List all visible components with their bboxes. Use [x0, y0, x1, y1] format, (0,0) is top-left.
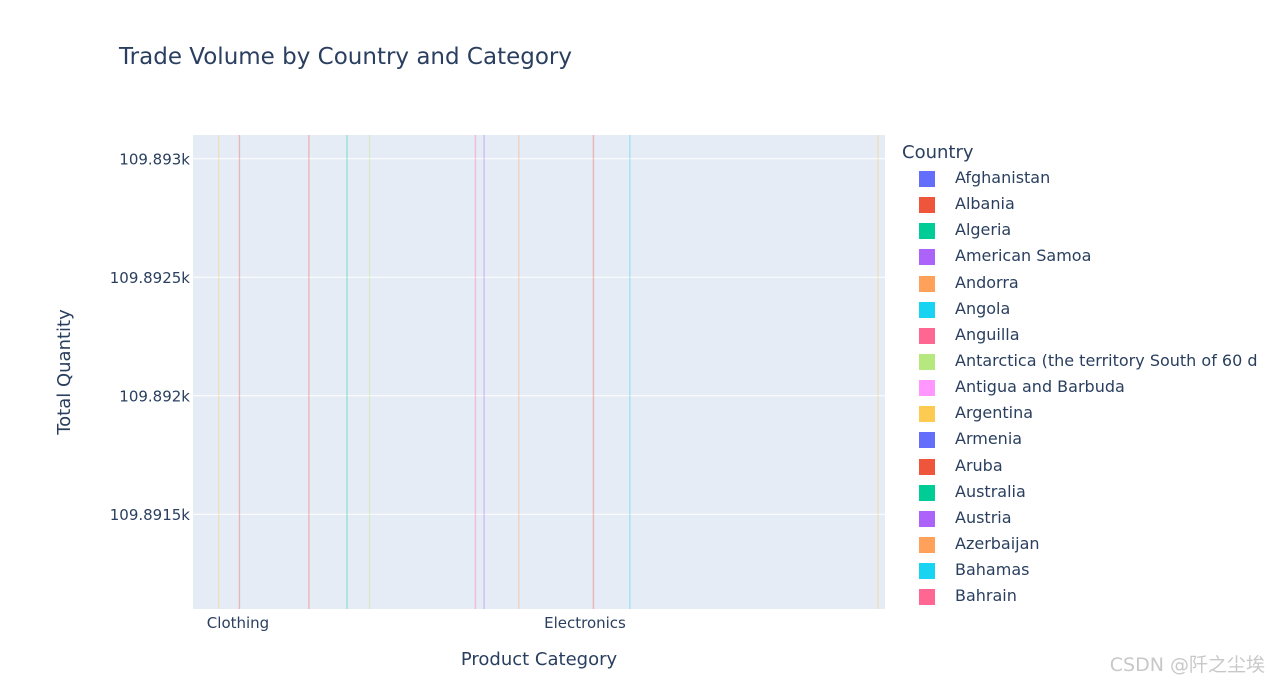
bar[interactable] [518, 135, 520, 609]
bar[interactable] [629, 135, 631, 609]
bar[interactable] [483, 135, 485, 609]
legend-swatch [919, 353, 935, 370]
bar[interactable] [592, 135, 595, 609]
legend-swatch [919, 301, 935, 318]
legend-label: Bahamas [955, 560, 1030, 580]
legend-label: Antigua and Barbuda [955, 377, 1125, 397]
x-axis-label: Product Category [461, 649, 618, 670]
bar[interactable] [368, 135, 371, 609]
legend-item[interactable]: Anguilla [902, 324, 1020, 350]
legend-swatch [919, 510, 935, 527]
legend-swatch [919, 327, 935, 344]
legend-swatch [919, 432, 935, 449]
legend-item[interactable]: Algeria [902, 219, 1011, 245]
legend-label: American Samoa [955, 246, 1092, 266]
legend-item[interactable]: Afghanistan [902, 167, 1050, 193]
legend-label: Andorra [955, 272, 1019, 292]
legend-swatch [919, 536, 935, 553]
legend-swatch [919, 223, 935, 240]
legend-title: Country [902, 142, 974, 163]
legend-label: Albania [955, 194, 1015, 214]
bar[interactable] [308, 135, 310, 609]
legend-item[interactable]: Azerbaijan [902, 533, 1040, 559]
legend: Country Afghanistan Albania Algeria America… [902, 142, 1258, 611]
legend-label: Angola [955, 298, 1011, 318]
y-tick-label: 109.893k [119, 151, 190, 169]
legend-label: Aruba [955, 455, 1003, 475]
x-tick-label: Electronics [544, 614, 626, 632]
legend-swatch [919, 249, 935, 266]
legend-item[interactable]: Aruba [902, 455, 1003, 481]
legend-item[interactable]: Bahamas [902, 559, 1029, 585]
legend-label: Armenia [955, 429, 1023, 449]
legend-swatch [919, 589, 935, 606]
legend-items: Afghanistan Albania Algeria American Samoa A… [902, 167, 1258, 611]
chart-canvas: 109.8915k 109.892k 109.8925k 109.893k Cloth… [54, 135, 885, 670]
watermark: CSDN @阡之尘埃 [1109, 654, 1265, 676]
legend-swatch [919, 275, 935, 292]
legend-swatch [919, 406, 935, 423]
y-tick-label: 109.8925k [110, 269, 191, 287]
legend-label: Austria [955, 507, 1012, 527]
legend-label: Algeria [955, 220, 1012, 240]
bar[interactable] [238, 135, 241, 609]
legend-item[interactable]: Bahrain [902, 585, 1017, 611]
bar[interactable] [217, 135, 220, 609]
legend-label: Argentina [955, 403, 1034, 423]
legend-swatch [919, 171, 935, 187]
legend-label: Antarctica (the territory South of 60 d [955, 350, 1258, 370]
legend-swatch [919, 484, 935, 501]
legend-label: Bahrain [955, 586, 1017, 606]
legend-item[interactable]: Angola [902, 298, 1010, 324]
legend-label: Azerbaijan [955, 533, 1040, 553]
x-tick-label: Clothing [207, 614, 269, 632]
legend-item[interactable]: American Samoa [902, 245, 1091, 271]
legend-swatch [919, 563, 935, 580]
y-tick-label: 109.8915k [110, 506, 191, 524]
bar[interactable] [877, 135, 879, 609]
plot-area [193, 135, 885, 609]
y-axis-label: Total Quantity [54, 309, 75, 436]
legend-label: Anguilla [955, 324, 1020, 344]
y-tick-labels: 109.8915k 109.892k 109.8925k 109.893k [110, 151, 191, 525]
bar[interactable] [346, 135, 348, 609]
legend-swatch [919, 380, 935, 397]
legend-label: Australia [955, 481, 1026, 501]
legend-item[interactable]: Armenia [902, 428, 1022, 454]
bar[interactable] [474, 135, 477, 609]
legend-item[interactable]: Antarctica (the territory South of 60 d [902, 350, 1258, 376]
legend-label: Afghanistan [955, 168, 1051, 187]
legend-item[interactable]: Albania [902, 193, 1015, 219]
legend-item[interactable]: Austria [902, 507, 1012, 533]
legend-swatch [919, 458, 935, 475]
y-tick-label: 109.892k [119, 388, 190, 406]
legend-swatch [919, 197, 935, 214]
x-tick-labels: Clothing Electronics [207, 614, 626, 632]
legend-item[interactable]: Andorra [902, 272, 1019, 298]
legend-item[interactable]: Australia [902, 481, 1026, 507]
legend-item[interactable]: Argentina [902, 402, 1033, 428]
legend-item[interactable]: Antigua and Barbuda [902, 376, 1125, 402]
